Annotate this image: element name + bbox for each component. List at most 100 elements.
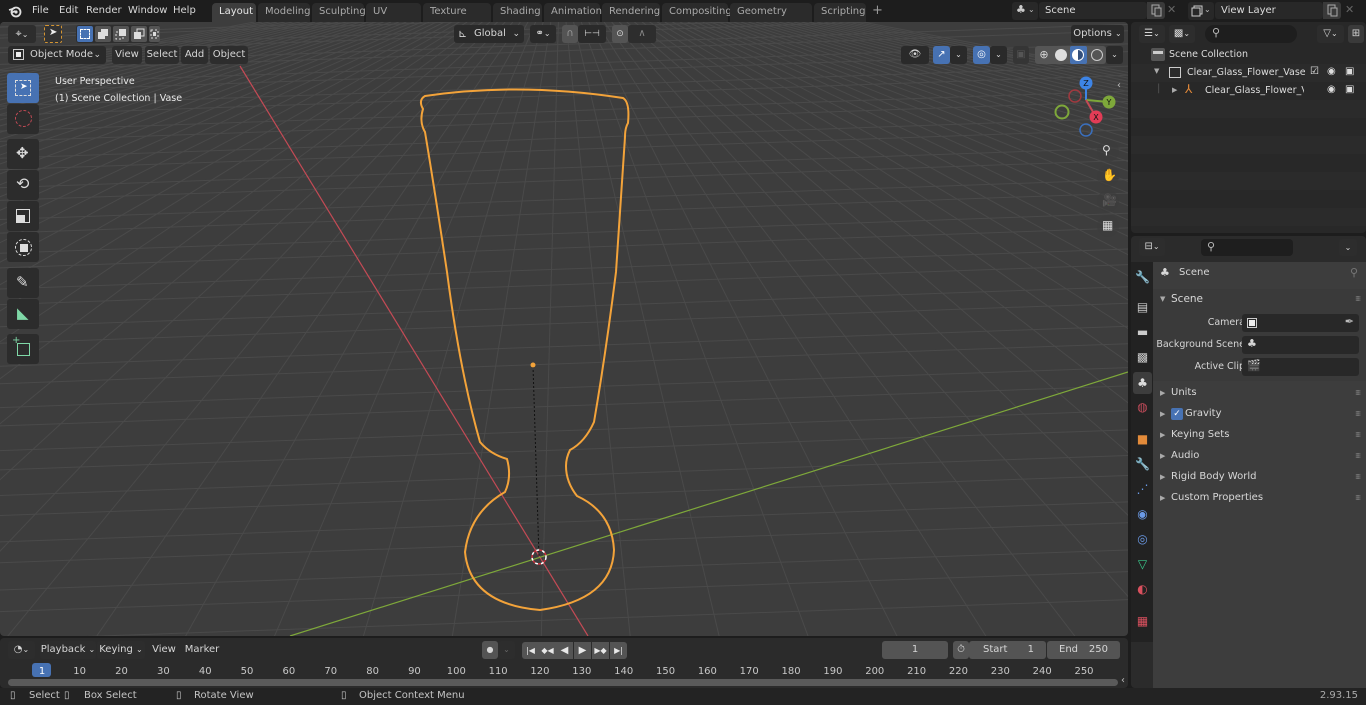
panel-units[interactable]: ▶ Units ⁞⁞⁞⁞ — [1153, 383, 1366, 403]
tab-uv-editing[interactable]: UV Editing — [366, 3, 421, 35]
rendered-shading-button[interactable] — [1089, 47, 1105, 63]
menu-add[interactable]: Add — [181, 46, 208, 64]
auto-keying-toggle[interactable]: ● — [482, 641, 498, 659]
tab-sculpting[interactable]: Sculpting — [312, 3, 366, 22]
expand-triangle-icon[interactable]: ▶ — [1172, 86, 1177, 94]
tab-layout[interactable]: Layout — [212, 3, 256, 22]
drag-handle-icon[interactable]: ⁞⁞⁞⁞ — [1355, 488, 1361, 508]
view-layer-browse-button[interactable]: ⌄ — [1188, 2, 1214, 20]
current-frame-field[interactable]: 1 — [882, 641, 948, 659]
wireframe-shading-button[interactable]: ⊕ — [1036, 47, 1052, 63]
jump-start-button[interactable]: |◀ — [522, 642, 539, 659]
drag-handle-icon[interactable]: ⁞⁞⁞⁞ — [1355, 467, 1361, 487]
transform-orientation-dropdown[interactable]: ⊾ Global ⌄ — [454, 25, 524, 43]
scene-name-field[interactable]: Scene — [1039, 2, 1147, 19]
pan-view-button[interactable]: ✋ — [1097, 165, 1119, 187]
tool-add-cube[interactable]: + — [7, 334, 39, 364]
outliner-view-layer-button[interactable]: ▩⌄ — [1169, 25, 1195, 43]
gizmo-dropdown[interactable]: ⌄ — [950, 46, 967, 64]
mode-dropdown[interactable]: Object Mode ⌄ — [8, 46, 106, 64]
properties-search-input[interactable]: ⚲ — [1201, 239, 1293, 256]
tab-modeling[interactable]: Modeling — [258, 3, 311, 22]
menu-view[interactable]: View — [112, 46, 142, 64]
active-clip-field[interactable]: 🎬 — [1242, 358, 1359, 376]
menu-help[interactable]: Help — [168, 3, 201, 19]
drag-handle-icon[interactable]: ⁞⁞⁞⁞ — [1355, 404, 1361, 424]
tab-texture-paint[interactable]: Texture Paint — [423, 3, 491, 35]
select-extend-button[interactable] — [95, 26, 111, 42]
scene-browse-button[interactable]: ♣ ⌄ — [1012, 2, 1038, 20]
tab-animation[interactable]: Animation — [544, 3, 602, 22]
panel-custom-properties[interactable]: ▶ Custom Properties ⁞⁞⁞⁞ — [1153, 488, 1366, 508]
tool-scale[interactable] — [7, 201, 39, 231]
menu-object[interactable]: Object — [210, 46, 248, 64]
jump-end-button[interactable]: ▶| — [610, 642, 627, 659]
tool-annotate[interactable]: ✎ — [7, 268, 39, 298]
properties-material-tab[interactable]: ◐ — [1133, 578, 1152, 600]
camera-render-icon[interactable]: ▣ — [1345, 66, 1354, 77]
tool-select-box[interactable]: ➤ — [7, 73, 39, 103]
drag-handle-icon[interactable]: ⁞⁞⁞⁞ — [1355, 289, 1361, 309]
menu-file[interactable]: File — [27, 3, 54, 19]
panel-audio[interactable]: ▶ Audio ⁞⁞⁞⁞ — [1153, 446, 1366, 466]
drag-handle-icon[interactable]: ⁞⁞⁞⁞ — [1355, 383, 1361, 403]
menu-edit[interactable]: Edit — [54, 3, 83, 19]
frame-end-field[interactable]: End 250 — [1047, 641, 1120, 659]
panel-keying-sets[interactable]: ▶ Keying Sets ⁞⁞⁞⁞ — [1153, 425, 1366, 445]
gravity-checkbox[interactable]: ✓ — [1171, 408, 1183, 420]
properties-physics-tab[interactable]: ◉ — [1133, 503, 1152, 525]
eye-visibility-icon[interactable]: ◉ — [1327, 66, 1336, 77]
playback-menu[interactable]: Playback ⌄ — [40, 641, 96, 659]
tool-transform[interactable] — [7, 232, 39, 262]
outliner-row-scene-collection[interactable]: Scene Collection — [1131, 46, 1366, 64]
drag-handle-icon[interactable]: ⁞⁞⁞⁞ — [1355, 425, 1361, 445]
shading-dropdown[interactable]: ⌄ — [1106, 46, 1123, 64]
new-collection-button[interactable]: ⊞ — [1348, 25, 1364, 43]
perspective-toggle-button[interactable]: ▦ — [1097, 215, 1119, 237]
outliner-row-collection[interactable]: ▼ Clear_Glass_Flower_Vase_003 ☑ ◉ ▣ — [1131, 64, 1366, 82]
timeline-view-menu[interactable]: View — [148, 641, 180, 659]
overlays-dropdown[interactable]: ⌄ — [990, 46, 1007, 64]
delete-view-layer-icon[interactable]: ✕ — [1345, 3, 1357, 17]
menu-window[interactable]: Window — [123, 3, 172, 19]
tool-select-active-button[interactable]: ➤ — [44, 25, 62, 43]
solid-shading-button[interactable] — [1053, 47, 1069, 63]
tab-compositing[interactable]: Compositing — [662, 3, 732, 22]
properties-texture-tab[interactable]: ▦ — [1133, 610, 1152, 632]
pivot-point-dropdown[interactable]: ⚭⌄ — [530, 25, 556, 43]
visibility-dropdown[interactable]: 👁 — [901, 46, 929, 64]
timeline-scrollbar[interactable] — [8, 679, 1118, 686]
new-view-layer-button[interactable] — [1323, 2, 1341, 19]
delete-scene-icon[interactable]: ✕ — [1167, 3, 1179, 17]
properties-render-tab[interactable]: ▤ — [1133, 296, 1152, 318]
preview-range-toggle[interactable]: ⏱ — [953, 641, 969, 659]
zoom-view-button[interactable]: ⚲ — [1097, 140, 1119, 162]
properties-modifier-tab[interactable]: 🔧 — [1133, 453, 1152, 475]
material-preview-button[interactable] — [1070, 46, 1087, 64]
outliner-search-input[interactable]: ⚲ — [1205, 25, 1297, 43]
proportional-falloff-dropdown[interactable]: ∧ — [628, 25, 656, 43]
background-scene-field[interactable]: ♣ — [1242, 336, 1359, 354]
view-layer-name-field[interactable]: View Layer — [1215, 2, 1323, 19]
exclude-checkbox[interactable]: ☑ — [1310, 66, 1319, 77]
tool-cursor[interactable] — [7, 104, 39, 134]
blender-logo-icon[interactable] — [8, 4, 22, 18]
panel-gravity[interactable]: ▶ ✓ Gravity ⁞⁞⁞⁞ — [1153, 404, 1366, 424]
proportional-edit-toggle[interactable]: ⊙ — [612, 25, 628, 43]
outliner-row-object[interactable]: | ▶ ⅄ Clear_Glass_Flower_Vase ◉ ▣ — [1131, 82, 1366, 100]
play-button[interactable]: ▶ — [574, 642, 591, 659]
outliner-display-mode-button[interactable]: ☰⌄ — [1139, 25, 1165, 43]
tool-measure[interactable]: ◣ — [7, 299, 39, 329]
properties-editor-type-button[interactable]: ⊟⌄ — [1139, 238, 1165, 256]
properties-options-dropdown[interactable]: ⌄ — [1339, 239, 1357, 256]
outliner-filter-button[interactable]: ▽⌄ — [1317, 25, 1344, 43]
timeline-editor-type-button[interactable]: ◔⌄ — [8, 641, 35, 659]
drag-handle-icon[interactable]: ⁞⁞⁞⁞ — [1355, 446, 1361, 466]
tab-shading[interactable]: Shading — [493, 3, 542, 22]
tab-rendering[interactable]: Rendering — [602, 3, 660, 22]
navigation-gizmo[interactable]: Z Y X — [1050, 72, 1120, 142]
camera-field[interactable]: ✒ — [1242, 314, 1359, 332]
xray-toggle[interactable]: ▣ — [1013, 46, 1029, 64]
tab-scripting[interactable]: Scripting — [814, 3, 866, 22]
expand-triangle-icon[interactable]: ▼ — [1154, 67, 1159, 75]
